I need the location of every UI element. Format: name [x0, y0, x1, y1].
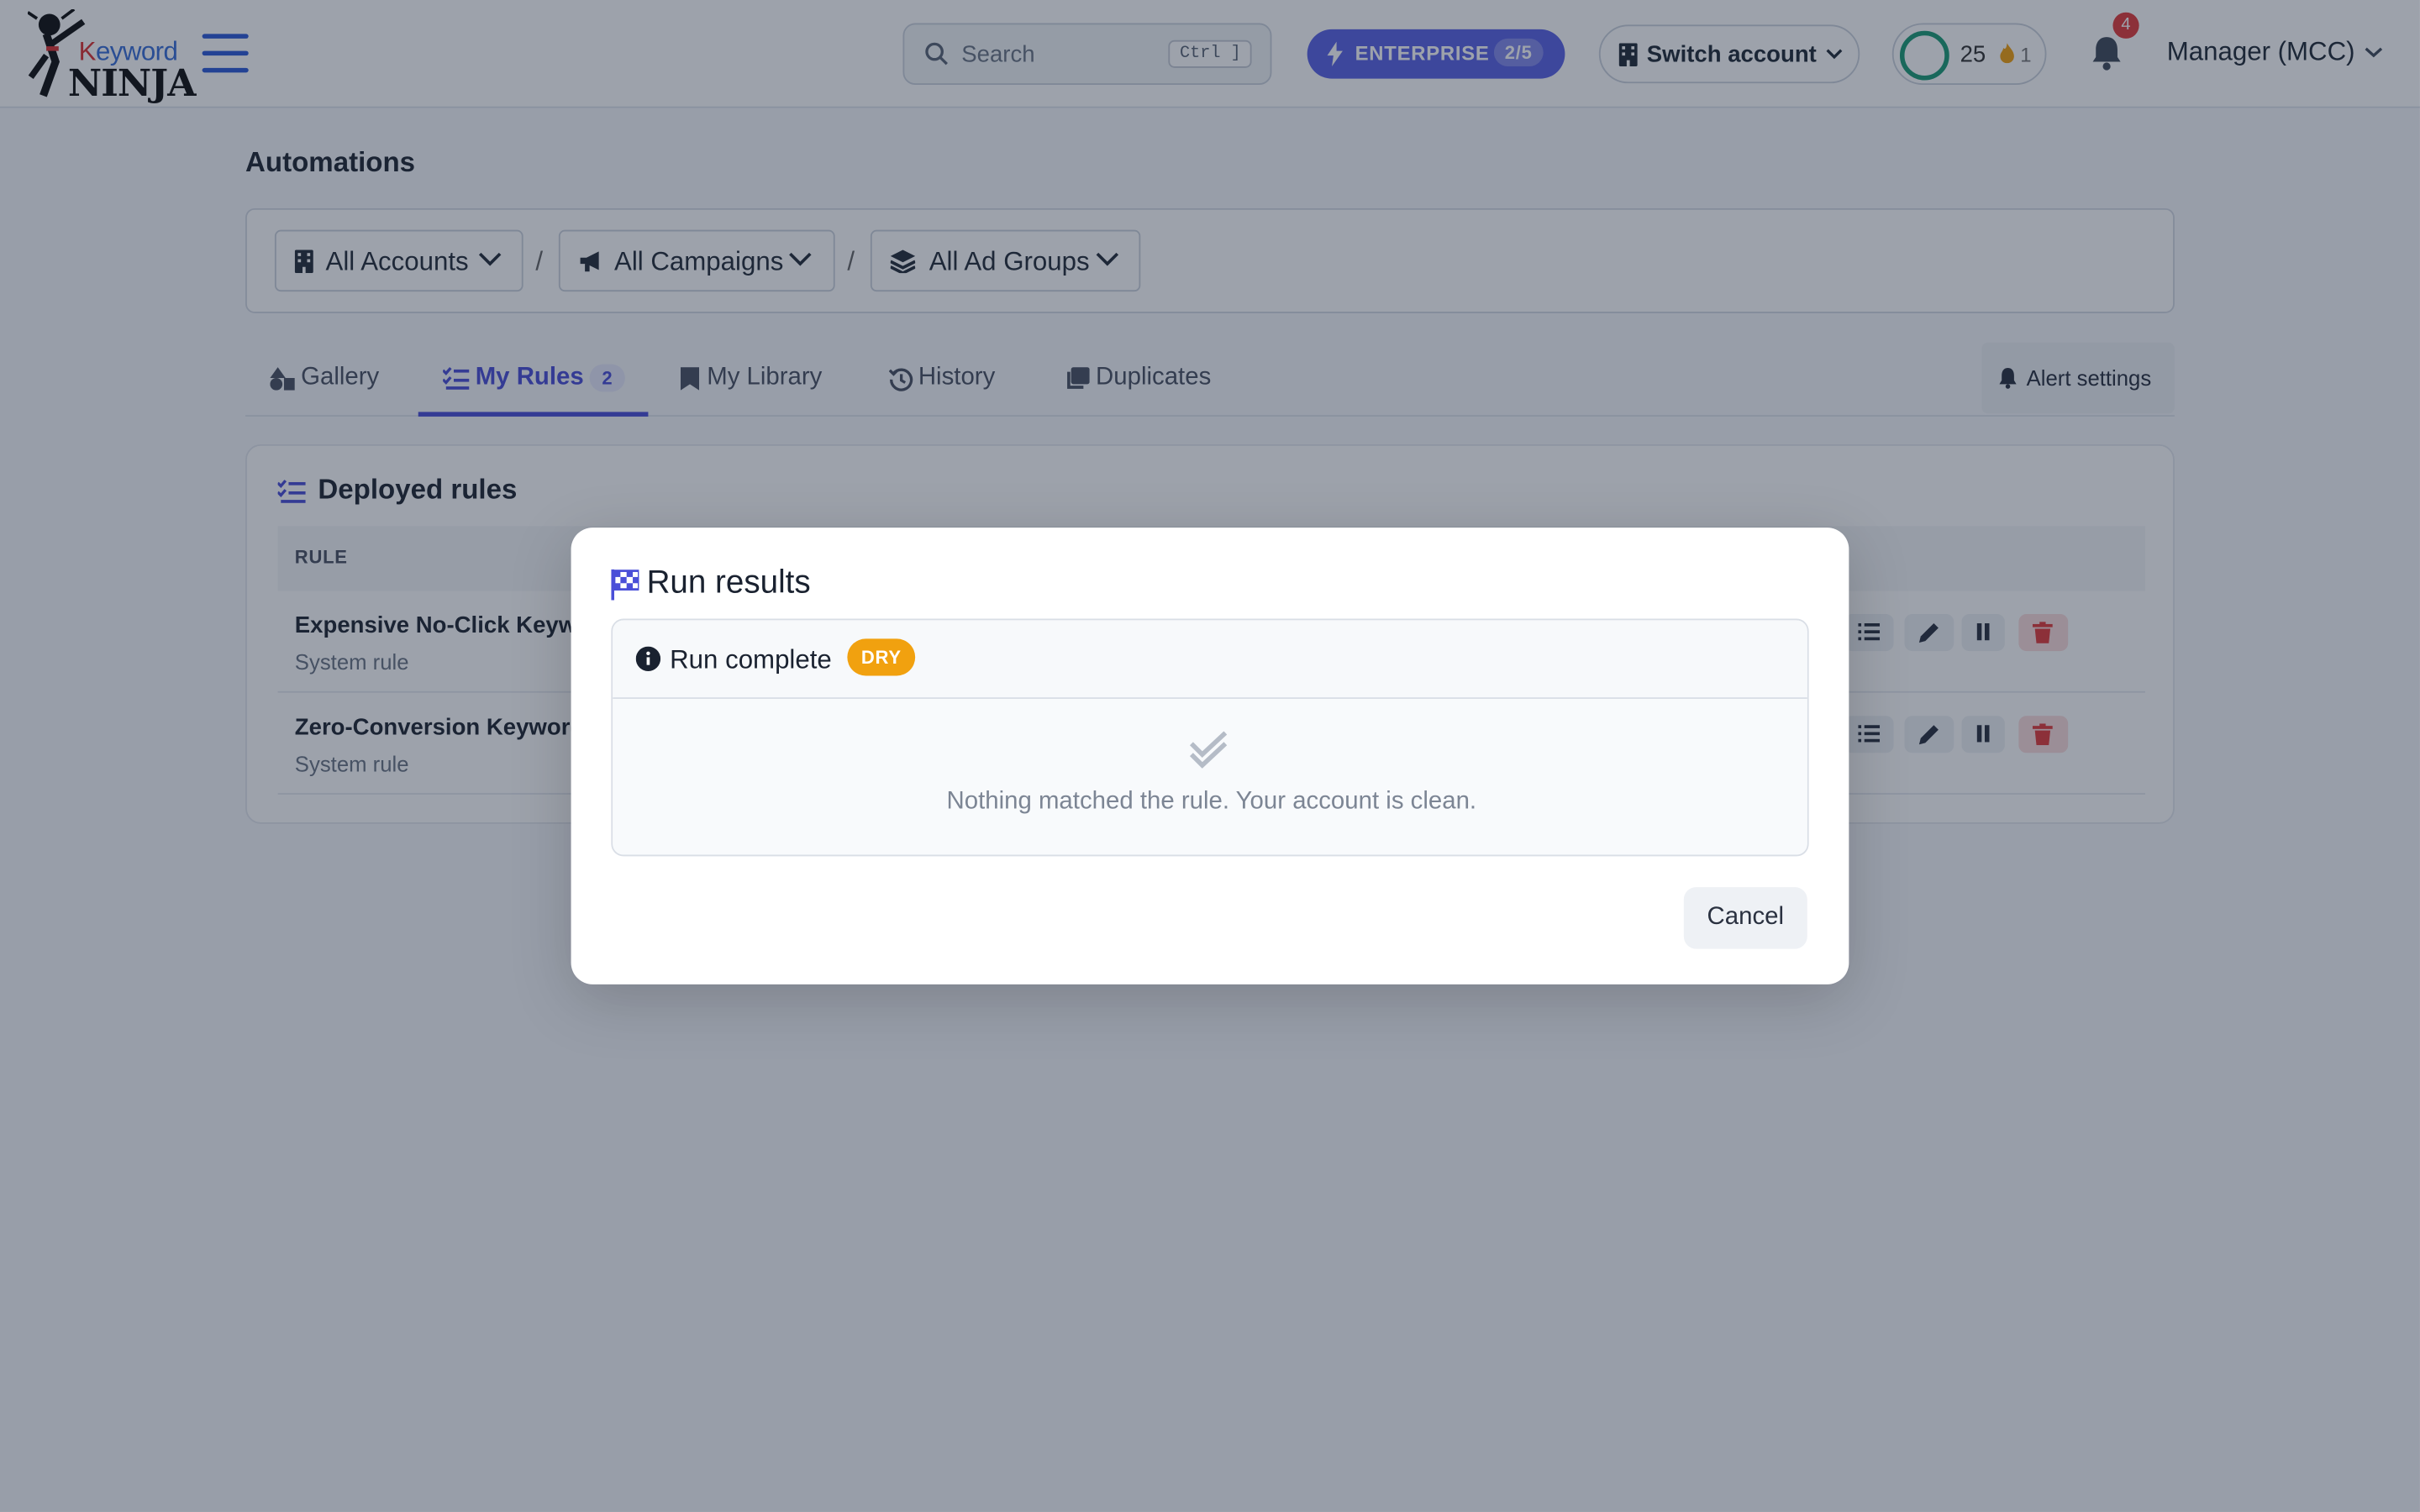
- app-root: Keyword NINJA Search Ctrl ] ENTERPRISE 2…: [0, 0, 2420, 1512]
- run-status: Run complete: [670, 644, 832, 675]
- empty-result-message: Nothing matched the rule. Your account i…: [946, 788, 1477, 815]
- info-icon: [635, 646, 661, 671]
- cancel-button[interactable]: Cancel: [1683, 887, 1807, 949]
- dialog-title-text: Run results: [646, 564, 811, 601]
- result-header: Run complete DRY: [613, 620, 1807, 700]
- checkered-flag-icon: [611, 569, 639, 601]
- result-panel: Run complete DRY Nothing matched the rul…: [611, 618, 1809, 857]
- double-check-icon: [1189, 731, 1228, 769]
- dry-run-badge: DRY: [847, 638, 916, 676]
- run-results-dialog: Run results Run complete DRY Nothing mat…: [571, 528, 1849, 984]
- result-body: Nothing matched the rule. Your account i…: [613, 699, 1807, 855]
